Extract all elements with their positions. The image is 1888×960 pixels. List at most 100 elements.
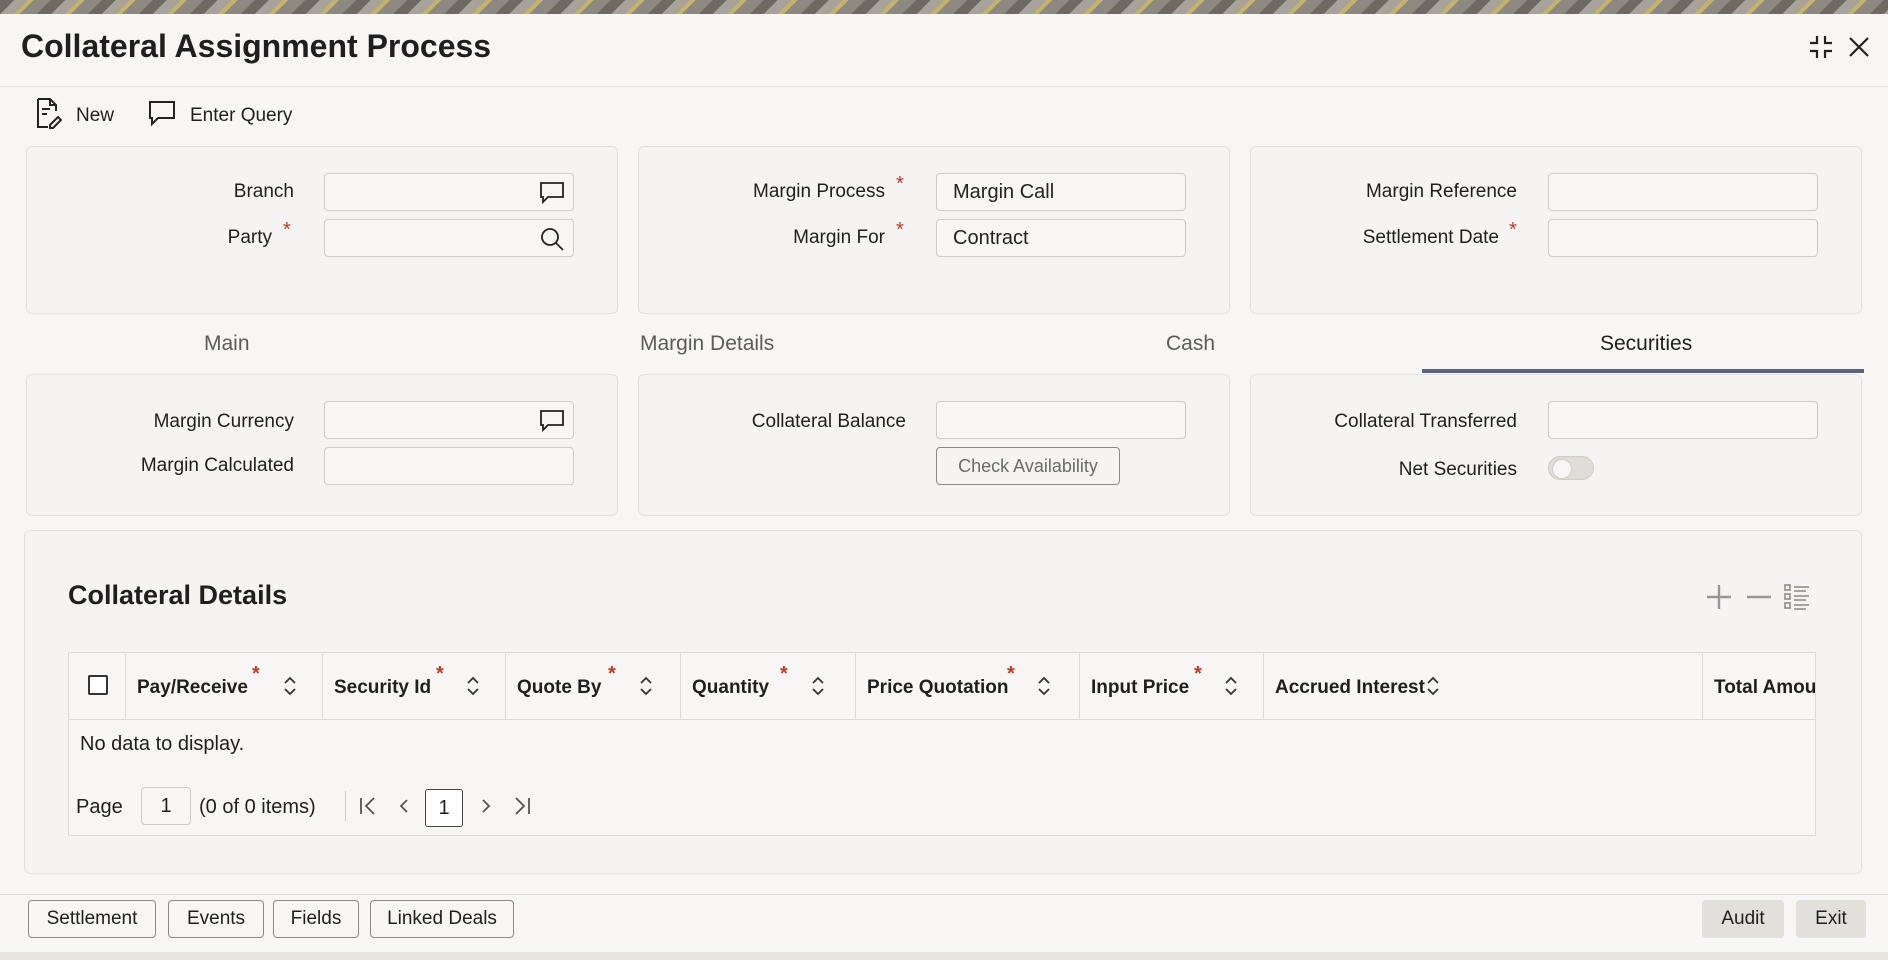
page-number-input[interactable]: 1 <box>141 787 191 825</box>
col-input-price-label: Input Price <box>1091 677 1190 698</box>
col-quote-by-label: Quote By <box>517 677 602 698</box>
footer-divider <box>0 894 1888 895</box>
net-securities-label: Net Securities <box>1398 459 1517 480</box>
pager-divider <box>345 791 346 821</box>
margin-currency-label: Margin Currency <box>153 411 294 432</box>
select-all-header <box>69 653 126 720</box>
exit-button[interactable]: Exit <box>1796 900 1866 938</box>
single-view-icon[interactable] <box>1780 580 1814 614</box>
col-pay-receive-label: Pay/Receive <box>137 677 248 698</box>
close-icon[interactable] <box>1842 30 1876 64</box>
sort-icon[interactable] <box>1037 675 1051 697</box>
header-panel-right: Margin Reference Settlement Date * <box>1250 146 1862 314</box>
enter-query-button[interactable]: Enter Query <box>148 98 292 134</box>
sort-icon[interactable] <box>1426 675 1440 697</box>
col-pay-receive-required: * <box>252 663 260 685</box>
col-accrued-interest[interactable]: Accrued Interest <box>1264 653 1703 720</box>
empty-table-message: No data to display. <box>80 733 245 755</box>
tab-securities[interactable]: Securities <box>1600 332 1692 356</box>
table-header: Pay/Receive * Security Id * Quote By * Q… <box>69 653 1815 720</box>
col-security-id[interactable]: Security Id * <box>323 653 506 720</box>
next-page-icon[interactable] <box>473 793 499 819</box>
collateral-balance-field <box>936 401 1186 439</box>
margin-for-label: Margin For <box>793 227 885 248</box>
sort-icon[interactable] <box>639 675 653 697</box>
check-availability-button[interactable]: Check Availability <box>936 447 1120 485</box>
branch-field[interactable] <box>324 173 574 211</box>
tab-margin-details[interactable]: Margin Details <box>640 332 774 356</box>
securities-panel-middle: Collateral Balance Check Availability <box>638 374 1230 516</box>
settlement-date-label: Settlement Date <box>1362 227 1499 248</box>
sort-icon[interactable] <box>1224 675 1238 697</box>
query-bubble-icon <box>148 100 176 132</box>
margin-for-required-mark: * <box>896 219 904 241</box>
bottom-bar <box>0 952 1888 960</box>
last-page-icon[interactable] <box>509 793 535 819</box>
margin-for-field[interactable]: Contract <box>936 219 1186 257</box>
sort-icon[interactable] <box>283 675 297 697</box>
add-row-icon[interactable] <box>1702 580 1736 614</box>
col-quantity[interactable]: Quantity * <box>681 653 856 720</box>
tab-cash[interactable]: Cash <box>1166 332 1215 356</box>
margin-currency-field[interactable] <box>324 401 574 439</box>
col-total-amount[interactable]: Total Amour <box>1703 653 1815 720</box>
net-securities-toggle[interactable] <box>1548 456 1594 480</box>
col-price-quotation[interactable]: Price Quotation * <box>856 653 1080 720</box>
new-label: New <box>76 105 115 126</box>
margin-reference-label: Margin Reference <box>1365 181 1517 202</box>
sort-icon[interactable] <box>811 675 825 697</box>
settlement-date-required-mark: * <box>1509 219 1517 241</box>
collateral-transferred-label: Collateral Transferred <box>1334 411 1517 432</box>
active-tab-indicator <box>1422 369 1864 373</box>
chat-bubble-icon[interactable] <box>539 180 565 206</box>
window-title: Collateral Assignment Process <box>21 28 492 64</box>
tab-main[interactable]: Main <box>204 332 250 356</box>
col-security-id-required: * <box>436 663 444 685</box>
events-button[interactable]: Events <box>168 900 264 938</box>
linked-deals-button[interactable]: Linked Deals <box>370 900 514 938</box>
select-all-checkbox[interactable] <box>88 675 108 695</box>
delete-row-icon[interactable] <box>1742 580 1776 614</box>
collateral-details-title: Collateral Details <box>68 580 288 610</box>
settlement-date-field[interactable] <box>1548 219 1818 257</box>
audit-button[interactable]: Audit <box>1702 900 1784 938</box>
margin-calculated-label: Margin Calculated <box>140 455 294 476</box>
securities-panel-left: Margin Currency Margin Calculated <box>26 374 618 516</box>
col-input-price[interactable]: Input Price * <box>1080 653 1264 720</box>
party-label: Party <box>227 227 272 248</box>
previous-page-icon[interactable] <box>391 793 417 819</box>
party-field[interactable] <box>324 219 574 257</box>
new-button[interactable]: New <box>34 98 114 134</box>
fields-button[interactable]: Fields <box>273 900 359 938</box>
margin-calculated-field <box>324 447 574 485</box>
new-document-icon <box>34 97 63 135</box>
branch-label: Branch <box>233 181 294 202</box>
col-quote-by-required: * <box>608 663 616 685</box>
header-panel-left: Branch Party * <box>26 146 618 314</box>
col-quantity-label: Quantity <box>692 677 770 698</box>
securities-panel-right: Collateral Transferred Net Securities <box>1250 374 1862 516</box>
page-label: Page <box>76 796 123 818</box>
margin-process-required-mark: * <box>896 173 904 195</box>
minimize-icon[interactable] <box>1804 30 1838 64</box>
col-price-quotation-required: * <box>1007 663 1015 685</box>
col-security-id-label: Security Id <box>334 677 432 698</box>
collateral-table: Pay/Receive * Security Id * Quote By * Q… <box>68 652 1816 836</box>
current-page-button[interactable]: 1 <box>425 789 463 827</box>
header-panel-middle: Margin Process * Margin Call Margin For … <box>638 146 1230 314</box>
settlement-button[interactable]: Settlement <box>28 900 156 938</box>
col-price-quotation-label: Price Quotation <box>867 677 1009 698</box>
sort-icon[interactable] <box>466 675 480 697</box>
first-page-icon[interactable] <box>355 793 381 819</box>
col-quantity-required: * <box>780 663 788 685</box>
chat-bubble-icon[interactable] <box>539 408 565 434</box>
party-required-mark: * <box>283 219 291 241</box>
margin-reference-field[interactable] <box>1548 173 1818 211</box>
search-icon[interactable] <box>539 226 565 252</box>
col-pay-receive[interactable]: Pay/Receive * <box>126 653 323 720</box>
margin-process-field[interactable]: Margin Call <box>936 173 1186 211</box>
margin-process-label: Margin Process <box>753 181 885 202</box>
col-accrued-interest-label: Accrued Interest <box>1275 677 1425 698</box>
col-quote-by[interactable]: Quote By * <box>506 653 681 720</box>
title-divider <box>0 86 1888 87</box>
